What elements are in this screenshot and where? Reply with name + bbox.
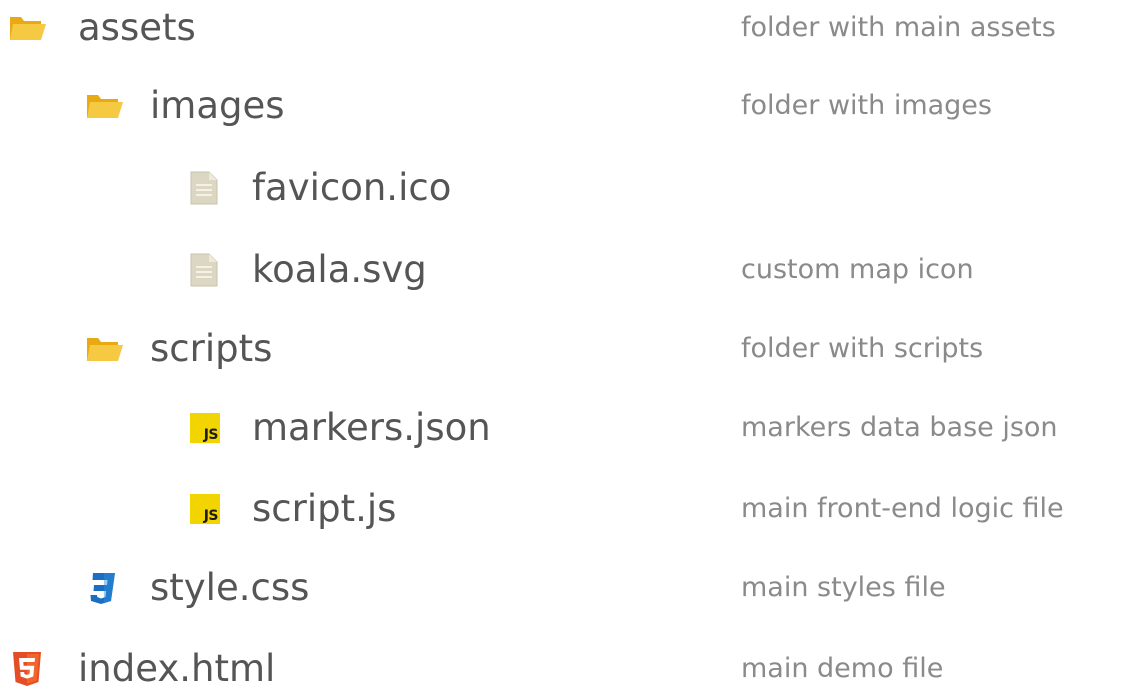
folder-icon (87, 338, 123, 361)
tree-item-name: script.js (252, 487, 397, 530)
tree-item-description: markers data base json (741, 412, 1058, 443)
tree-item-name: assets (78, 6, 196, 49)
tree-item-description: custom map icon (741, 254, 974, 285)
tree-row-favicon[interactable]: favicon.ico (0, 158, 1138, 218)
js-badge-label: JS (203, 508, 219, 524)
tree-item-name: style.css (150, 566, 310, 609)
tree-item-description: main demo file (741, 653, 944, 684)
file-tree: assets folder with main assets images fo… (0, 0, 1138, 690)
js-icon: JS (190, 413, 220, 443)
tree-row-assets[interactable]: assets folder with main assets (0, 0, 1138, 58)
css3-icon (90, 573, 115, 604)
tree-row-index[interactable]: index.html main demo file (0, 639, 1138, 699)
tree-item-name: markers.json (252, 406, 491, 449)
tree-item-name: koala.svg (252, 248, 427, 291)
js-badge-label: JS (203, 427, 219, 443)
tree-item-description: folder with scripts (741, 333, 984, 364)
tree-item-description: folder with main assets (741, 12, 1056, 43)
js-icon: JS (190, 494, 220, 524)
file-icon (190, 171, 218, 205)
folder-icon (87, 95, 123, 118)
tree-row-koala[interactable]: koala.svg custom map icon (0, 240, 1138, 300)
tree-item-description: folder with images (741, 90, 992, 121)
tree-row-scripts[interactable]: scripts folder with scripts (0, 319, 1138, 379)
tree-row-script[interactable]: JS script.js main front-end logic file (0, 479, 1138, 539)
tree-item-description: main front-end logic file (741, 493, 1064, 524)
folder-icon (10, 17, 46, 40)
html5-icon (13, 652, 41, 686)
tree-row-style[interactable]: style.css main styles file (0, 558, 1138, 618)
tree-item-name: images (150, 84, 285, 127)
tree-row-images[interactable]: images folder with images (0, 76, 1138, 136)
file-icon (190, 253, 218, 287)
tree-item-description: main styles file (741, 572, 946, 603)
tree-item-name: favicon.ico (252, 166, 452, 209)
tree-row-markers[interactable]: JS markers.json markers data base json (0, 398, 1138, 458)
tree-item-name: scripts (150, 327, 273, 370)
tree-item-name: index.html (78, 647, 276, 690)
